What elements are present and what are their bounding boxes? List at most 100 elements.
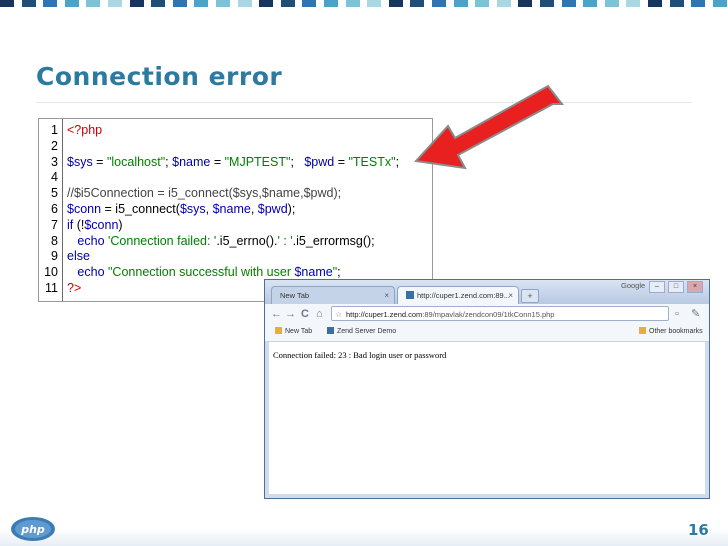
code-token: 'Connection failed: ' [108,233,217,248]
decor-square [43,0,58,7]
php-logo: php [11,517,55,541]
bookmark-new-tab[interactable]: New Tab [275,327,312,337]
code-line: 10 echo "Connection successful with user… [39,265,429,280]
code-token: echo [67,233,108,248]
code-line: 6 $conn = i5_connect($sys, $name, $pwd); [39,202,429,217]
decor-square [280,0,295,7]
code-listing: 1 <?php 2 3 $sys = "localhost"; $name = "MJP… [38,118,433,302]
code-token: , [205,202,213,216]
code-token: ) [118,217,123,232]
bookmark-other[interactable]: Other bookmarks [639,327,703,337]
zend-icon [327,327,334,334]
decor-square [302,0,317,7]
decor-square [669,0,684,7]
error-message: Connection failed: 23 : Bad login user o… [273,350,447,360]
url-path: :89/mpavlak/zendcon09/1tkConn15.php [422,310,555,319]
code-text: echo "Connection successful with user $n… [67,265,340,280]
forward-icon[interactable]: → [285,307,296,321]
code-token: $sys [67,154,93,169]
decor-square [345,0,360,7]
code-token: = [92,154,107,169]
tab-new-tab[interactable]: New Tab × [271,286,395,304]
url-host: http://cuper1.zend.com [346,310,423,319]
code-token: $conn [84,217,119,232]
decor-square [86,0,101,7]
code-text: $sys = "localhost"; $name = "MJPTEST"; $… [67,155,399,170]
decor-square [475,0,490,7]
code-text: ?> [67,281,81,296]
decor-square [388,0,403,7]
code-text: else [67,249,90,264]
code-token: = i5_connect( [101,202,180,216]
code-token: $sys [179,202,206,216]
code-token: "TESTx" [348,154,396,169]
navigation-bar: ← → C ⌂ ☆ http://cuper1.zend.com:89/mpav… [265,304,709,324]
line-number: 7 [51,217,58,232]
bookmark-star-icon[interactable]: ☆ [335,307,342,320]
bookmarks-bar: New Tab Zend Server Demo Other bookmarks [265,324,709,342]
code-token: , [250,202,258,216]
code-line: 8 echo 'Connection failed: '.i5_errno().… [39,234,429,249]
code-text: $conn = i5_connect($sys, $name, $pwd); [67,202,295,217]
code-token: "Connection successful with user [108,265,295,280]
decor-square [518,0,533,7]
logo-text: php [20,523,45,536]
code-token: $name [212,202,251,216]
decor-square [324,0,338,7]
line-number: 5 [51,186,58,201]
code-token: $pwd [257,202,288,216]
tab-label: New Tab [280,291,310,300]
decor-square [129,0,144,7]
code-line: 3 $sys = "localhost"; $name = "MJPTEST"; … [39,155,429,170]
code-token: ; [290,154,305,169]
tab-active-page[interactable]: http://cuper1.zend.com:89... × [397,286,519,304]
bookmark-zend-server-demo[interactable]: Zend Server Demo [327,327,396,337]
browser-window: New Tab × http://cuper1.zend.com:89... ×… [264,279,710,499]
decor-square [648,0,662,7]
tab-close-icon[interactable]: × [508,287,513,305]
decor-square [194,0,209,7]
code-token: $conn [67,202,102,216]
code-text: echo 'Connection failed: '.i5_errno().' … [67,233,375,249]
decor-square [453,0,468,7]
tab-strip: New Tab × http://cuper1.zend.com:89... ×… [265,280,709,304]
reload-icon[interactable]: C [301,307,309,321]
decor-square [496,0,511,7]
code-token: .i5_errormsg(); [292,233,375,248]
maximize-button[interactable]: □ [668,281,684,293]
minimize-button[interactable]: – [649,281,665,293]
line-number: 11 [45,281,58,295]
tab-label: http://cuper1.zend.com:89... [417,291,510,300]
decor-square [367,0,382,7]
close-window-button[interactable]: × [687,281,703,293]
bookmark-label: New Tab [285,328,313,335]
folder-icon [639,327,646,334]
back-icon[interactable]: ← [271,307,282,321]
code-token: $name [294,265,333,280]
decor-square [64,0,79,7]
decor-square [626,0,641,7]
code-token: $name [172,154,211,169]
code-line: 5 //$i5Connection = i5_connect($sys,$name… [39,186,429,201]
code-line: 2 [39,139,429,154]
line-number: 4 [51,170,58,185]
page-number: 16 [688,521,709,539]
code-token: .i5_errno(). [216,233,278,248]
decor-square [604,0,619,7]
home-icon[interactable]: ⌂ [316,307,323,321]
code-token: else [67,249,90,264]
code-token: = [210,154,225,169]
code-token: "MJPTEST" [224,154,291,169]
tools-menu-icon[interactable]: ✎ [691,307,700,321]
address-bar[interactable]: ☆ http://cuper1.zend.com:89/mpavlak/zend… [331,306,669,321]
code-token: <?php [67,123,103,137]
decor-square [561,0,576,7]
code-token: = [334,154,349,169]
code-token: ; [395,154,400,169]
bookmark-label: Other bookmarks [649,328,703,335]
tab-close-icon[interactable]: × [384,287,389,305]
new-tab-button[interactable]: + [521,289,539,303]
decor-square [0,0,14,7]
decor-square [237,0,252,7]
page-menu-icon[interactable]: ▫ [675,307,679,321]
